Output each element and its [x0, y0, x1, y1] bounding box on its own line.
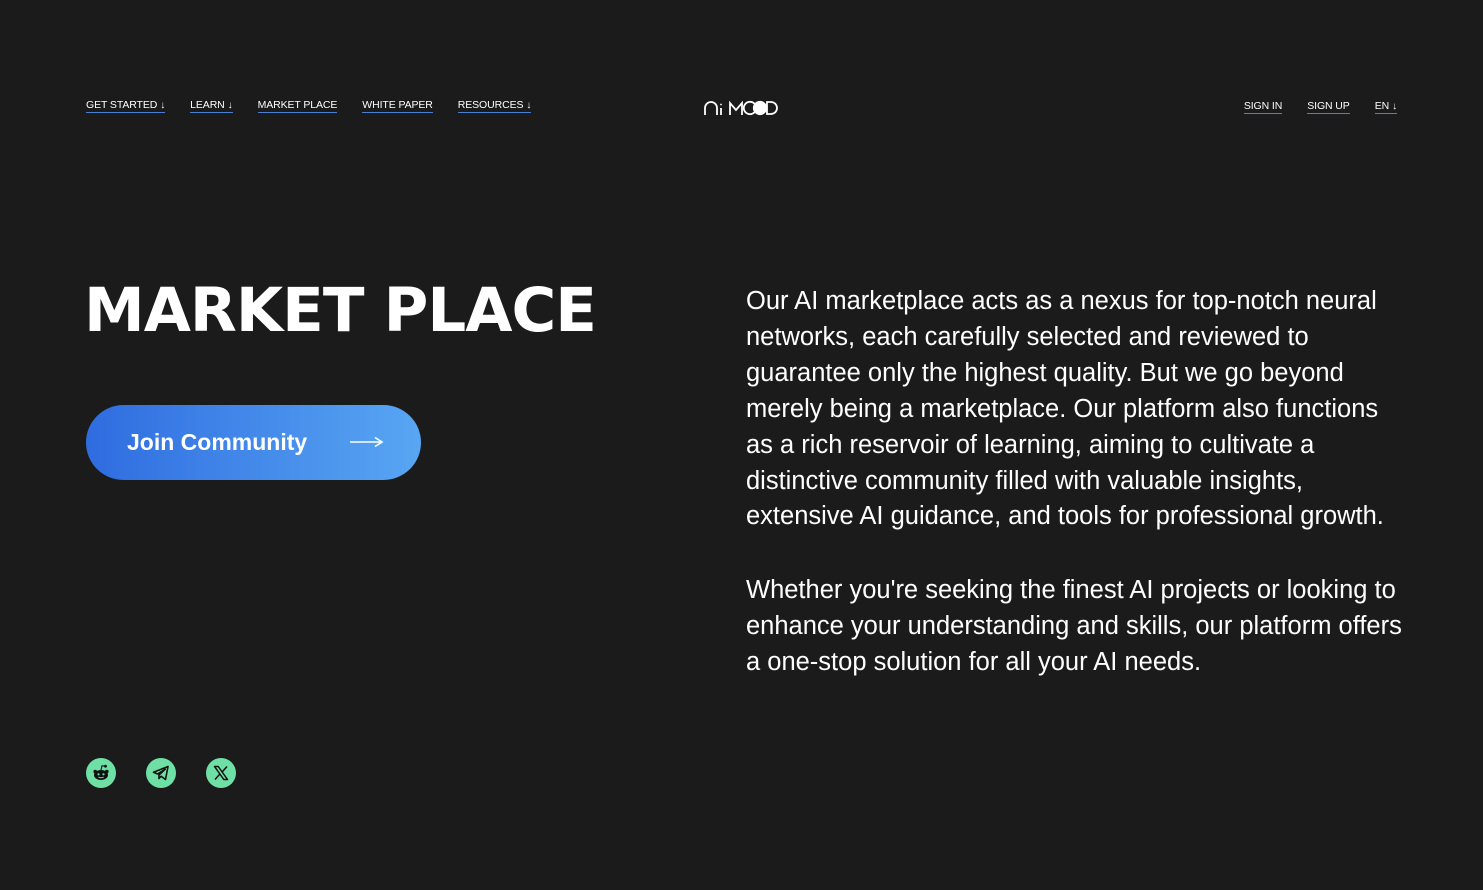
language-select[interactable]: EN ↓ — [1374, 100, 1397, 114]
x-link[interactable] — [206, 758, 236, 788]
page-title: MARKET PLACE — [84, 275, 597, 346]
marketplace-description: Our AI marketplace acts as a nexus for t… — [746, 284, 1406, 681]
sign-up-link[interactable]: SIGN UP — [1307, 100, 1350, 114]
description-paragraph-1: Our AI marketplace acts as a nexus for t… — [746, 287, 1384, 531]
join-community-button[interactable]: Join Community — [86, 405, 421, 480]
nav-learn[interactable]: LEARN ↓ — [190, 99, 233, 113]
chevron-down-icon: ↓ — [160, 100, 166, 111]
chevron-down-icon: ↓ — [227, 100, 233, 111]
primary-nav: GET STARTED ↓ LEARN ↓ MARKET PLACE WHITE P… — [86, 99, 556, 113]
reddit-icon — [93, 764, 109, 780]
telegram-link[interactable] — [146, 758, 176, 788]
aimood-logo[interactable] — [703, 99, 781, 117]
arrow-right-icon — [350, 436, 384, 448]
description-paragraph-2: Whether you're seeking the finest AI pro… — [746, 576, 1402, 677]
aimood-logo-icon — [704, 100, 778, 116]
nav-resources[interactable]: RESOURCES ↓ — [457, 99, 532, 113]
account-nav: SIGN IN SIGN UP EN ↓ — [1219, 100, 1397, 114]
telegram-icon — [152, 765, 169, 781]
x-icon — [213, 765, 229, 781]
chevron-down-icon: ↓ — [1392, 101, 1397, 112]
join-community-label: Join Community — [127, 429, 308, 455]
reddit-link[interactable] — [86, 758, 116, 788]
social-links — [86, 758, 266, 788]
nav-get-started[interactable]: GET STARTED ↓ — [86, 99, 165, 113]
chevron-down-icon: ↓ — [526, 100, 532, 111]
nav-white-paper[interactable]: WHITE PAPER — [362, 99, 433, 113]
sign-in-link[interactable]: SIGN IN — [1243, 100, 1282, 114]
page: GET STARTED ↓ LEARN ↓ MARKET PLACE WHITE P… — [0, 0, 1483, 890]
nav-market-place[interactable]: MARKET PLACE — [257, 99, 337, 113]
